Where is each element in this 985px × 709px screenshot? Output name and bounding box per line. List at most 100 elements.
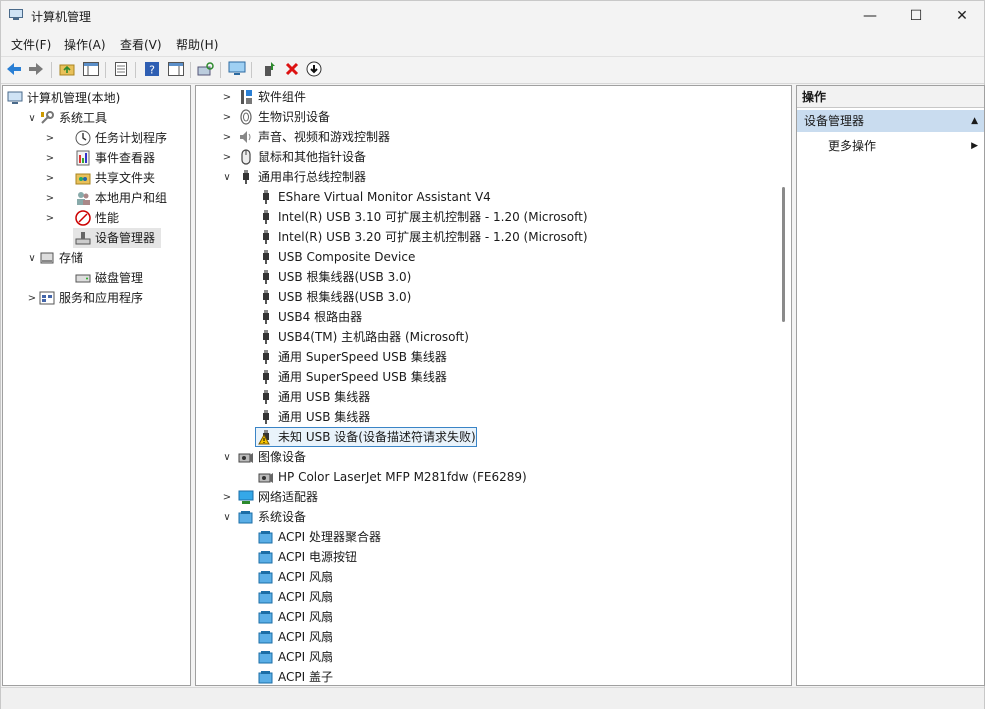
actions-section-device-manager[interactable]: 设备管理器 ▲ (797, 110, 984, 132)
system-device-icon (258, 669, 274, 685)
collapse-chevron-icon[interactable]: ∨ (222, 447, 232, 467)
device-item[interactable]: USB4 根路由器 (278, 307, 362, 327)
computer-management-icon (9, 9, 23, 20)
scan-hardware-icon[interactable] (197, 60, 215, 78)
device-category[interactable]: 声音、视频和游戏控制器 (258, 127, 390, 147)
menu-view[interactable]: 查看(V) (120, 36, 162, 53)
more-actions-item[interactable]: 更多操作 ▶ (828, 136, 978, 156)
tree-item-label: 事件查看器 (95, 151, 156, 165)
menu-help[interactable]: 帮助(H) (176, 36, 218, 53)
device-item[interactable]: 未知 USB 设备(设备描述符请求失败) (278, 427, 476, 447)
back-icon[interactable] (5, 60, 23, 78)
expand-chevron-icon[interactable]: > (222, 87, 232, 107)
menu-action[interactable]: 操作(A) (64, 36, 106, 53)
collapse-chevron-icon[interactable]: ∨ (222, 167, 232, 187)
device-item[interactable]: ACPI 风扇 (278, 647, 333, 667)
device-category[interactable]: 生物识别设备 (258, 107, 330, 127)
expand-chevron-icon[interactable]: > (45, 148, 55, 168)
device-item[interactable]: ACPI 盖子 (278, 667, 333, 685)
properties-icon[interactable] (112, 60, 130, 78)
device-item[interactable]: ACPI 风扇 (278, 607, 333, 627)
menu-file[interactable]: 文件(F) (11, 36, 51, 53)
help-icon[interactable]: ? (143, 60, 161, 78)
device-item[interactable]: 通用 SuperSpeed USB 集线器 (278, 367, 447, 387)
status-bar (1, 687, 984, 709)
computer-management-icon (7, 90, 23, 106)
expand-chevron-icon[interactable]: > (222, 147, 232, 167)
device-category[interactable]: 系统设备 (258, 507, 306, 527)
usb-icon (258, 389, 274, 405)
collapse-up-icon[interactable]: ▲ (971, 110, 978, 132)
usb-icon (258, 409, 274, 425)
device-category[interactable]: 网络适配器 (258, 487, 318, 507)
device-item[interactable]: ACPI 风扇 (278, 587, 333, 607)
services-apps-icon (39, 290, 55, 306)
storage-icon (39, 250, 55, 266)
update-driver-icon[interactable] (260, 60, 278, 78)
uninstall-icon[interactable] (283, 60, 301, 78)
device-item[interactable]: HP Color LaserJet MFP M281fdw (FE6289) (278, 467, 527, 487)
device-item[interactable]: Intel(R) USB 3.20 可扩展主机控制器 - 1.20 (Micro… (278, 227, 588, 247)
expand-chevron-icon[interactable]: > (222, 127, 232, 147)
collapse-chevron-icon[interactable]: ∨ (222, 507, 232, 527)
system-device-icon (258, 549, 274, 565)
device-category[interactable]: 图像设备 (258, 447, 306, 467)
show-action-pane-icon[interactable] (167, 60, 185, 78)
show-tree-icon[interactable] (82, 60, 100, 78)
device-item[interactable]: EShare Virtual Monitor Assistant V4 (278, 187, 491, 207)
scrollbar-thumb[interactable] (782, 187, 785, 322)
task-scheduler-icon (75, 130, 91, 146)
svg-text:?: ? (149, 64, 155, 77)
tree-item-label: 设备管理器 (95, 231, 156, 245)
window-title: 计算机管理 (31, 10, 92, 24)
camera-icon (238, 449, 254, 465)
collapse-chevron-icon[interactable]: ∨ (27, 248, 37, 268)
device-item[interactable]: ACPI 处理器聚合器 (278, 527, 381, 547)
device-item[interactable]: USB4(TM) 主机路由器 (Microsoft) (278, 327, 469, 347)
usb-icon (258, 249, 274, 265)
device-item[interactable]: 通用 USB 集线器 (278, 387, 370, 407)
event-viewer-icon (75, 150, 91, 166)
device-item[interactable]: USB 根集线器(USB 3.0) (278, 267, 411, 287)
expand-chevron-icon[interactable]: > (45, 208, 55, 228)
forward-icon[interactable] (27, 60, 45, 78)
warning-icon (258, 429, 274, 445)
device-tree[interactable]: > 软件组件 > 生物识别设备 > 声音、视频和游戏控制器 > 鼠标和其他指针设备 ∨ 通用串行总… (195, 85, 792, 686)
up-folder-icon[interactable] (58, 60, 76, 78)
device-item[interactable]: USB Composite Device (278, 247, 415, 267)
disk-management-icon (75, 270, 91, 286)
device-item[interactable]: ACPI 风扇 (278, 627, 333, 647)
device-item[interactable]: 通用 USB 集线器 (278, 407, 370, 427)
monitor-icon[interactable] (228, 60, 246, 78)
device-item[interactable]: ACPI 风扇 (278, 567, 333, 587)
biometric-icon (238, 109, 254, 125)
usb-icon (258, 229, 274, 245)
tree-item-label: 服务和应用程序 (59, 291, 144, 305)
title-bar[interactable]: 计算机管理 — ☐ ✕ (1, 1, 984, 31)
device-tree-scrollbar[interactable] (778, 87, 790, 684)
sound-icon (238, 129, 254, 145)
close-button[interactable]: ✕ (939, 1, 985, 31)
system-device-icon (258, 609, 274, 625)
device-category[interactable]: 通用串行总线控制器 (258, 167, 366, 187)
console-tree[interactable]: 计算机管理(本地) ∨ 系统工具 > 任务计划程序 > 事件查看器 > 共享文件夹 > 本地用户和组… (2, 85, 191, 686)
maximize-button[interactable]: ☐ (893, 1, 939, 31)
device-category[interactable]: 软件组件 (258, 87, 306, 107)
device-item[interactable]: 通用 SuperSpeed USB 集线器 (278, 347, 447, 367)
device-item[interactable]: Intel(R) USB 3.10 可扩展主机控制器 - 1.20 (Micro… (278, 207, 588, 227)
expand-chevron-icon[interactable]: > (45, 188, 55, 208)
minimize-button[interactable]: — (847, 1, 893, 31)
device-item[interactable]: ACPI 电源按钮 (278, 547, 357, 567)
network-adapter-icon (238, 489, 254, 505)
collapse-chevron-icon[interactable]: ∨ (27, 108, 37, 128)
disable-icon[interactable] (305, 60, 323, 78)
expand-chevron-icon[interactable]: > (45, 168, 55, 188)
expand-chevron-icon[interactable]: > (222, 107, 232, 127)
usb-icon (258, 309, 274, 325)
expand-chevron-icon[interactable]: > (45, 128, 55, 148)
device-category[interactable]: 鼠标和其他指针设备 (258, 147, 366, 167)
expand-chevron-icon[interactable]: > (27, 288, 37, 308)
tree-item-label: 性能 (95, 211, 120, 225)
device-item[interactable]: USB 根集线器(USB 3.0) (278, 287, 411, 307)
expand-chevron-icon[interactable]: > (222, 487, 232, 507)
